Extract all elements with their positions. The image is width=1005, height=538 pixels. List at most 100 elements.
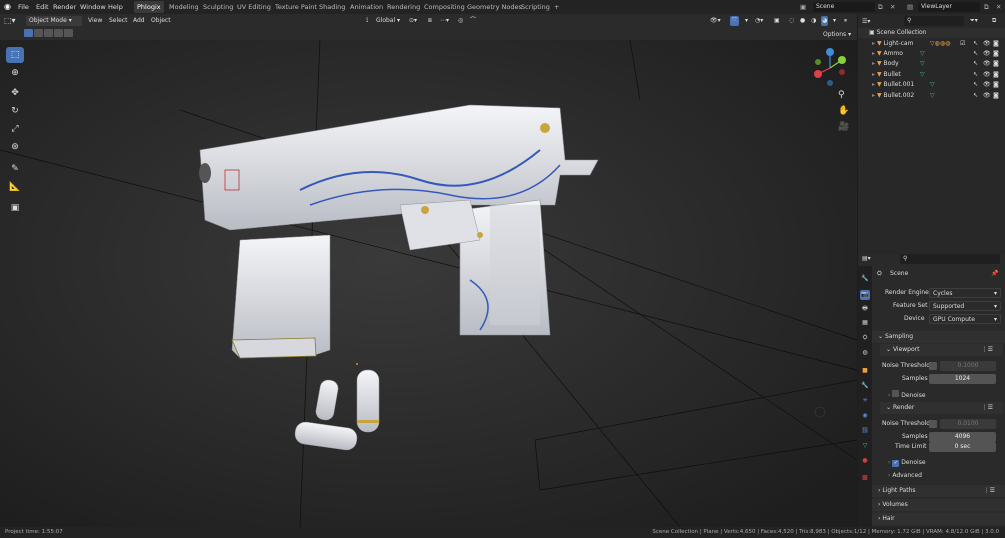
zoom-view-icon[interactable]: ⚲ [838,90,845,100]
scene-tab-icon[interactable]: ⛭ [860,333,870,343]
menu-help[interactable]: Help [108,0,123,14]
outliner-search-input[interactable]: ⚲ [904,16,964,26]
list-options-icon[interactable]: ⋮☰ [982,344,993,356]
new-scene-icon[interactable]: ⧉ [878,0,883,14]
add-cube-tool-icon[interactable]: ▣ [6,200,24,216]
view-layer-tab-icon[interactable]: ▦ [860,318,870,328]
shading-material-icon[interactable]: ◑ [811,16,816,26]
tab-shading[interactable]: Shading [316,1,348,13]
texture-tab-icon[interactable]: ▩ [860,473,870,483]
select-subtract-icon[interactable] [44,29,53,37]
mode-dropdown[interactable]: Object Mode ▾ [26,16,82,26]
tab-uv-editing[interactable]: UV Editing [234,1,274,13]
pivot-point-icon[interactable]: ⊙▾ [409,16,417,26]
render-camera-icon[interactable]: ◙ [993,39,999,49]
r-noise-threshold-checkbox[interactable] [929,420,937,428]
list-options-icon[interactable]: ⋮☰ [982,402,993,414]
tab-scripting[interactable]: Scripting [518,1,553,13]
blender-logo-icon[interactable]: ◉ [4,0,11,14]
tab-modeling[interactable]: Modeling [166,1,202,13]
gizmo-dropdown-icon[interactable]: ▾ [745,16,748,26]
new-collection-icon[interactable]: ⧉ [992,16,996,26]
light-paths-panel-header[interactable]: › Light Paths ⋮☰ [872,485,1005,497]
r-noise-threshold-field[interactable]: 0.0100 [940,419,996,429]
vp-denoise-checkbox[interactable] [892,390,900,397]
vp-samples-field[interactable]: 1024 [929,374,996,384]
material-tab-icon[interactable]: ● [860,456,870,466]
render-camera-icon[interactable]: ◙ [993,70,999,80]
tool-tab-icon[interactable]: 🔧 [860,274,870,284]
outliner-item-ammo[interactable]: ▸ ▼ Ammo ▽ ↖ 👁 ◙ [858,49,1005,59]
select-intersect-icon[interactable] [64,29,73,37]
render-tab-icon[interactable]: 📷 [860,290,870,300]
viewport-subpanel-header[interactable]: ⌄ Viewport ⋮☰ [880,344,1003,356]
visibility-eye-icon[interactable]: 👁 [983,70,991,80]
tab-animation[interactable]: Animation [347,1,386,13]
proportional-falloff-icon[interactable]: ⌒ [470,16,476,26]
select-toggle-icon[interactable]: ↖ [973,91,978,101]
menu-render[interactable]: Render [53,0,76,14]
delete-view-layer-icon[interactable]: ✕ [996,0,1001,14]
feature-set-dropdown[interactable]: Supported ▾ [929,301,1001,311]
tab-compositing[interactable]: Compositing [421,1,468,13]
visibility-eye-icon[interactable]: 👁 [983,80,991,90]
select-invert-icon[interactable] [54,29,63,37]
render-engine-dropdown[interactable]: Cycles ▾ [929,288,1001,298]
shading-rendered-icon[interactable]: ◕ [821,16,829,26]
constraints-tab-icon[interactable]: ⛓ [860,426,870,436]
cursor-tool-icon[interactable]: ⊕ [6,65,24,81]
render-camera-icon[interactable]: ◙ [993,91,999,101]
3d-viewport[interactable] [0,40,857,527]
properties-search-input[interactable]: ⚲ [900,254,1000,264]
move-tool-icon[interactable]: ✥ [6,85,24,101]
select-toggle-icon[interactable]: ↖ [973,80,978,90]
render-subpanel-header[interactable]: ⌄ Render ⋮☰ [880,402,1003,414]
outliner-item-body[interactable]: ▸ ▼ Body ▽ ↖ 👁 ◙ [858,59,1005,69]
visibility-eye-icon[interactable]: 👁 [983,39,991,49]
visibility-icon[interactable]: 👁▾ [710,16,721,26]
gizmo-toggle-icon[interactable]: ⤧ [730,16,739,26]
vp-denoise-row[interactable]: › Denoise [888,390,926,400]
vp-noise-threshold-field[interactable]: 0.1000 [940,361,996,371]
options-dropdown[interactable]: Options ▾ [823,30,851,40]
outliner-item-light-cam[interactable]: ▸ ▼ Light-cam ▽◍◍◍ ☑ ↖ 👁 ◙ [858,39,1005,49]
tab-geometry-nodes[interactable]: Geometry Nodes [464,1,525,13]
menu-select[interactable]: Select [109,16,128,26]
shading-solid-icon[interactable]: ● [800,16,805,26]
r-samples-field[interactable]: 4096 [929,432,996,442]
navigation-gizmo[interactable] [808,46,852,90]
object-tab-icon[interactable]: ■ [860,366,870,376]
volumes-panel-header[interactable]: › Volumes [872,499,1005,511]
add-workspace-button[interactable]: + [551,1,562,13]
output-tab-icon[interactable]: 🖶 [860,304,870,314]
select-box-mode-icon[interactable] [24,29,33,37]
physics-tab-icon[interactable]: ◉ [860,411,870,421]
world-tab-icon[interactable]: ◍ [860,348,870,358]
delete-scene-icon[interactable]: ✕ [890,0,895,14]
select-toggle-icon[interactable]: ↖ [973,70,978,80]
outliner-row-scene-collection[interactable]: ▣ Scene Collection [858,28,1005,38]
transform-tool-icon[interactable]: ⊛ [6,139,24,155]
proportional-editing-icon[interactable]: ◎ [458,16,463,26]
menu-edit[interactable]: Edit [36,0,49,14]
editor-type-icon[interactable]: ⬚▾ [4,16,16,26]
menu-object[interactable]: Object [151,16,171,26]
outliner-item-bullet-002[interactable]: ▸ ▼ Bullet.002 ▽ ↖ 👁 ◙ [858,91,1005,101]
pin-icon[interactable]: 📌 [991,269,998,279]
visibility-eye-icon[interactable]: 👁 [983,59,991,69]
select-toggle-icon[interactable]: ↖ [973,59,978,69]
menu-file[interactable]: File [18,0,29,14]
device-dropdown[interactable]: GPU Compute ▾ [929,314,1001,324]
outliner-editor-icon[interactable]: ☰▾ [862,17,870,27]
advanced-subpanel-header[interactable]: › Advanced [888,471,922,481]
particles-tab-icon[interactable]: ✳ [860,396,870,406]
properties-editor-icon[interactable]: ▤▾ [862,254,871,264]
select-box-tool-icon[interactable]: ⬚ [6,47,24,63]
include-checkbox[interactable]: ☑ [960,39,965,49]
menu-add[interactable]: Add [133,16,145,26]
shading-options-icon[interactable]: ▾ [833,16,836,26]
scene-name-field[interactable]: Scene [813,2,875,12]
modifier-tab-icon[interactable]: 🔧 [860,381,870,391]
list-options-icon[interactable]: ⋮☰ [984,485,995,497]
outliner-item-bullet-001[interactable]: ▸ ▼ Bullet.001 ▽ ↖ 👁 ◙ [858,80,1005,90]
